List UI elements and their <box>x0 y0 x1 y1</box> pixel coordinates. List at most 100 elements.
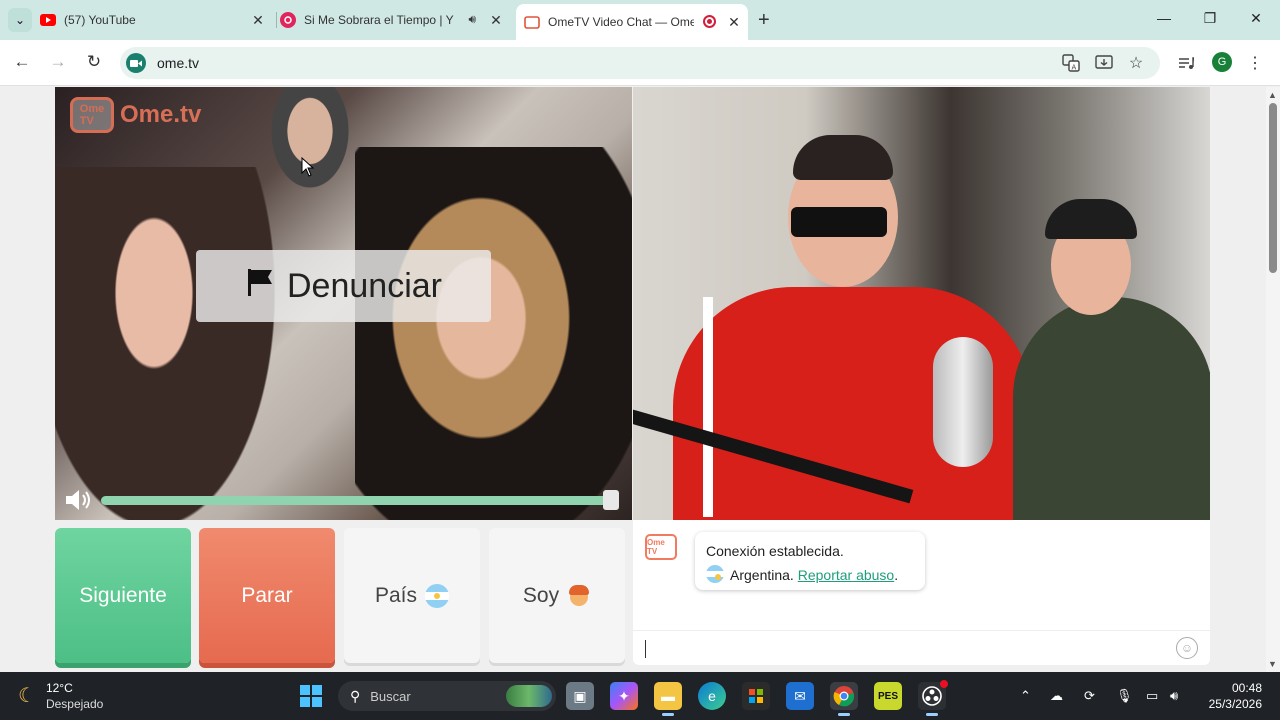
speaker-icon[interactable]: 🔊︎ <box>1170 688 1178 704</box>
chevron-up-icon[interactable]: ⌃ <box>1020 688 1031 704</box>
tab-title: (57) YouTube <box>64 13 136 27</box>
media-control-icon[interactable] <box>1175 52 1197 74</box>
tab-search-button[interactable]: ⌄ <box>8 8 32 32</box>
youtube-icon <box>40 12 56 28</box>
reload-button[interactable]: ↻ <box>83 52 105 72</box>
close-icon[interactable]: ✕ <box>488 12 504 28</box>
person-hair <box>793 135 893 180</box>
chat-input[interactable]: ☺ <box>633 630 1210 665</box>
volume-slider-handle[interactable] <box>603 490 619 510</box>
tab-ometv[interactable]: OmeTV Video Chat — Ome ✕ <box>516 4 748 40</box>
back-button[interactable]: ← <box>11 52 33 72</box>
argentina-flag-icon <box>706 565 724 583</box>
search-icon: ⚲ <box>350 687 361 704</box>
chrome-icon[interactable] <box>830 682 858 716</box>
self-video <box>633 87 1210 520</box>
microphone <box>933 337 993 467</box>
tab-title: OmeTV Video Chat — Ome <box>548 15 694 29</box>
chevron-down-icon: ⌄ <box>14 13 26 27</box>
weather-condition: Despejado <box>45 697 104 711</box>
windows-start-icon[interactable] <box>300 685 322 707</box>
gender-label: Soy <box>522 583 560 607</box>
ometv-icon <box>524 14 540 30</box>
window-close-button[interactable]: ✕ <box>1246 10 1266 27</box>
text-caret <box>645 640 646 658</box>
restore-button[interactable]: ❐ <box>1200 10 1220 27</box>
tab-strip: ⌄ (57) YouTube ✕ Si Me Sobrara el Tiempo… <box>0 0 1280 40</box>
person-image <box>355 147 632 520</box>
emoji-icon[interactable]: ☺ <box>1176 637 1198 659</box>
reload-icon: ↻ <box>86 52 102 71</box>
plus-icon: + <box>758 9 770 31</box>
kebab-menu-icon[interactable]: ⋮ <box>1244 52 1266 74</box>
recording-icon <box>703 15 716 28</box>
person-image <box>55 167 275 520</box>
stop-button[interactable]: Parar <box>199 528 335 663</box>
ometv-chat-avatar: Ome TV <box>645 534 677 560</box>
minimize-button[interactable]: — <box>1154 10 1174 26</box>
translate-icon[interactable]: A <box>1060 52 1082 74</box>
onedrive-icon[interactable]: ☁ <box>1050 688 1063 704</box>
country-label: País <box>374 583 418 607</box>
next-label: Siguiente <box>79 583 167 607</box>
mail-icon[interactable]: ✉ <box>786 682 814 710</box>
music-icon <box>280 12 296 28</box>
obs-icon[interactable] <box>918 680 948 716</box>
sunglasses <box>791 207 887 237</box>
tv-logo-icon: Ome TV <box>70 97 114 133</box>
country-name: Argentina. <box>730 567 794 583</box>
scroll-down-icon[interactable]: ▼ <box>1268 659 1277 669</box>
close-icon[interactable]: ✕ <box>250 12 266 28</box>
tab-youtube[interactable]: (57) YouTube ✕ <box>40 6 272 34</box>
new-tab-button[interactable]: + <box>758 10 770 30</box>
sync-icon[interactable]: ⟳ <box>1084 688 1095 704</box>
logo-brand: Ome.tv <box>120 101 202 128</box>
speaker-icon[interactable]: 🔊︎ <box>468 12 476 27</box>
next-button[interactable]: Siguiente <box>55 528 191 663</box>
boy-icon <box>567 584 591 608</box>
recording-dot <box>940 680 948 688</box>
date: 25/3/2026 <box>1208 697 1262 711</box>
report-abuse-link[interactable]: Reportar abuso <box>798 567 895 583</box>
country-button[interactable]: País <box>344 528 480 663</box>
scrollbar-thumb[interactable] <box>1269 103 1277 273</box>
stranger-video: Ome TV Ome.tv Denunciar <box>55 87 632 520</box>
moon-icon: ☾ <box>18 685 36 707</box>
weather-widget[interactable]: ☾ 12°C Despejado <box>18 681 103 711</box>
file-explorer-icon[interactable]: ▬ <box>654 682 682 716</box>
page-scrollbar[interactable]: ▲ ▼ <box>1266 87 1280 672</box>
bookmark-star-icon[interactable]: ☆ <box>1125 52 1147 74</box>
system-clock[interactable]: 00:48 25/3/2026 <box>1206 680 1262 712</box>
pes-game-icon[interactable]: PES <box>874 682 902 710</box>
install-app-icon[interactable] <box>1093 52 1115 74</box>
task-view-icon[interactable]: ▣ <box>566 682 594 710</box>
volume-icon[interactable] <box>63 487 93 513</box>
person-image <box>265 87 355 197</box>
taskbar-search[interactable]: ⚲ Buscar <box>338 681 556 711</box>
store-icon[interactable] <box>742 682 770 710</box>
trailing-dot: . <box>894 567 899 583</box>
temperature: 12°C <box>45 681 73 695</box>
country-line: Argentina. Reportar abuso. <box>706 563 914 587</box>
tab-separator <box>276 12 277 28</box>
scroll-up-icon[interactable]: ▲ <box>1268 90 1277 100</box>
address-bar[interactable]: ome.tv <box>120 47 1160 79</box>
copilot-icon[interactable]: ✦ <box>610 682 638 710</box>
edge-icon[interactable]: e <box>698 682 726 710</box>
volume-slider[interactable] <box>101 496 613 505</box>
camera-icon[interactable] <box>126 53 146 73</box>
network-icon[interactable]: ▭ <box>1146 688 1158 704</box>
ometv-logo: Ome TV Ome.tv <box>70 97 201 133</box>
close-icon[interactable]: ✕ <box>726 14 742 30</box>
arrow-right-icon: → <box>49 52 67 71</box>
microphone-icon[interactable]: 🎙︎ <box>1116 688 1133 704</box>
forward-button[interactable]: → <box>47 52 69 72</box>
profile-avatar[interactable]: G <box>1212 52 1232 72</box>
tab-music[interactable]: Si Me Sobrara el Tiempo | Y 🔊︎ ✕ <box>280 6 510 34</box>
ometv-page: Ome TV Ome.tv Denunciar Siguiente Parar … <box>0 87 1266 672</box>
flag-icon <box>245 267 275 306</box>
arrow-left-icon: ← <box>13 52 31 71</box>
report-button[interactable]: Denunciar <box>196 250 491 322</box>
person-image <box>1013 297 1210 520</box>
gender-button[interactable]: Soy <box>489 528 625 663</box>
